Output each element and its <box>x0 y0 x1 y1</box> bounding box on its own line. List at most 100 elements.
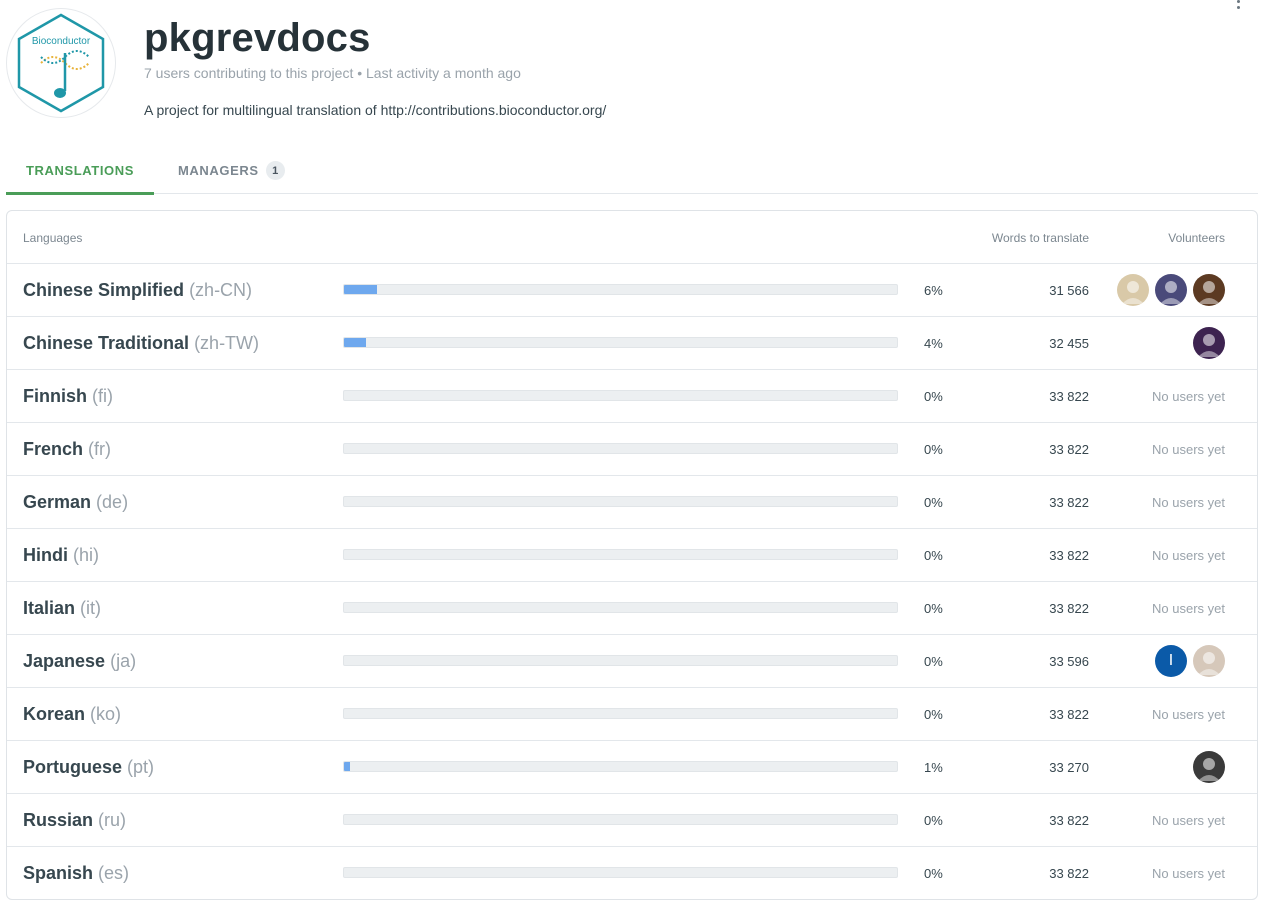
words-to-translate: 33 822 <box>1049 389 1089 404</box>
language-code: (es) <box>98 863 130 883</box>
language-name[interactable]: Korean (ko) <box>23 704 121 725</box>
language-code: (ru) <box>98 810 127 830</box>
header-volunteers: Volunteers <box>1168 231 1225 245</box>
table-row[interactable]: Spanish (es) 0% 33 822 No users yet <box>7 847 1257 899</box>
language-code: (fi) <box>92 386 114 406</box>
project-header: Bioconductor pkgrevdocs 7 users contribu… <box>0 0 1266 140</box>
progress-bar <box>343 284 898 295</box>
tab-managers[interactable]: MANAGERS 1 <box>178 148 285 193</box>
table-row[interactable]: Korean (ko) 0% 33 822 No users yet <box>7 688 1257 741</box>
project-description: A project for multilingual translation o… <box>144 102 607 118</box>
progress-percent: 0% <box>924 389 943 404</box>
progress-bar <box>343 708 898 719</box>
language-name[interactable]: Italian (it) <box>23 598 101 619</box>
progress-percent: 0% <box>924 548 943 563</box>
words-to-translate: 33 822 <box>1049 495 1089 510</box>
language-code: (zh-CN) <box>189 280 253 300</box>
volunteer-avatars: I <box>1155 645 1225 677</box>
table-row[interactable]: German (de) 0% 33 822 No users yet <box>7 476 1257 529</box>
header-words: Words to translate <box>991 231 1089 245</box>
header-languages: Languages <box>23 231 83 245</box>
volunteer-avatars <box>1117 274 1225 306</box>
language-code: (it) <box>80 598 102 618</box>
progress-bar <box>343 655 898 666</box>
languages-table: Languages Words to translate Volunteers … <box>6 210 1258 900</box>
tab-translations[interactable]: TRANSLATIONS <box>6 148 154 195</box>
table-row[interactable]: Hindi (hi) 0% 33 822 No users yet <box>7 529 1257 582</box>
progress-percent: 0% <box>924 495 943 510</box>
progress-percent: 1% <box>924 760 943 775</box>
no-users-text: No users yet <box>1152 866 1225 881</box>
table-row[interactable]: Portuguese (pt) 1% 33 270 <box>7 741 1257 794</box>
language-code: (de) <box>96 492 129 512</box>
words-to-translate: 33 822 <box>1049 707 1089 722</box>
language-name[interactable]: French (fr) <box>23 439 111 460</box>
language-name[interactable]: Russian (ru) <box>23 810 126 831</box>
no-users-text: No users yet <box>1152 601 1225 616</box>
avatar[interactable] <box>1155 274 1187 306</box>
user-photo-icon <box>1198 334 1220 357</box>
progress-percent: 0% <box>924 601 943 616</box>
progress-bar <box>343 602 898 613</box>
words-to-translate: 33 822 <box>1049 601 1089 616</box>
avatar[interactable]: I <box>1155 645 1187 677</box>
tab-translations-label: TRANSLATIONS <box>25 163 135 178</box>
table-row[interactable]: Chinese Traditional (zh-TW) 4% 32 455 <box>7 317 1257 370</box>
user-photo-icon <box>1122 281 1144 304</box>
progress-bar <box>343 867 898 878</box>
table-row[interactable]: Finnish (fi) 0% 33 822 No users yet <box>7 370 1257 423</box>
table-row[interactable]: Japanese (ja) 0% 33 596 I <box>7 635 1257 688</box>
no-users-text: No users yet <box>1152 389 1225 404</box>
words-to-translate: 31 566 <box>1049 283 1089 298</box>
no-users-text: No users yet <box>1152 707 1225 722</box>
avatar[interactable] <box>1117 274 1149 306</box>
progress-percent: 0% <box>924 707 943 722</box>
table-row[interactable]: Russian (ru) 0% 33 822 No users yet <box>7 794 1257 847</box>
language-name[interactable]: Portuguese (pt) <box>23 757 154 778</box>
user-photo-icon <box>1160 281 1182 304</box>
project-title: pkgrevdocs <box>144 16 371 60</box>
words-to-translate: 33 270 <box>1049 760 1089 775</box>
no-users-text: No users yet <box>1152 813 1225 828</box>
volunteer-avatars <box>1193 327 1225 359</box>
table-row[interactable]: French (fr) 0% 33 822 No users yet <box>7 423 1257 476</box>
avatar[interactable] <box>1193 751 1225 783</box>
progress-percent: 0% <box>924 866 943 881</box>
progress-percent: 4% <box>924 336 943 351</box>
progress-bar <box>343 443 898 454</box>
progress-percent: 0% <box>924 654 943 669</box>
no-users-text: No users yet <box>1152 495 1225 510</box>
language-name[interactable]: Finnish (fi) <box>23 386 113 407</box>
table-row[interactable]: Italian (it) 0% 33 822 No users yet <box>7 582 1257 635</box>
avatar[interactable] <box>1193 327 1225 359</box>
active-tab-indicator <box>6 192 154 195</box>
project-meta: 7 users contributing to this project • L… <box>144 65 521 81</box>
more-options-icon[interactable] <box>1229 0 1247 16</box>
bioconductor-logo-icon: Bioconductor <box>17 13 105 113</box>
progress-percent: 0% <box>924 813 943 828</box>
no-users-text: No users yet <box>1152 548 1225 563</box>
avatar[interactable] <box>1193 274 1225 306</box>
language-name[interactable]: Japanese (ja) <box>23 651 136 672</box>
user-photo-icon <box>1198 281 1220 304</box>
words-to-translate: 33 822 <box>1049 813 1089 828</box>
avatar[interactable] <box>1193 645 1225 677</box>
progress-bar <box>343 549 898 560</box>
progress-bar <box>343 337 898 348</box>
table-row[interactable]: Chinese Simplified (zh-CN) 6% 31 566 <box>7 264 1257 317</box>
progress-bar <box>343 390 898 401</box>
user-photo-icon <box>1198 652 1220 675</box>
language-name[interactable]: German (de) <box>23 492 128 513</box>
project-logo: Bioconductor <box>6 8 116 118</box>
language-name[interactable]: Spanish (es) <box>23 863 129 884</box>
language-name[interactable]: Chinese Traditional (zh-TW) <box>23 333 259 354</box>
words-to-translate: 33 822 <box>1049 442 1089 457</box>
progress-bar-fill <box>344 338 367 347</box>
progress-bar-fill <box>344 285 378 294</box>
words-to-translate: 33 822 <box>1049 866 1089 881</box>
language-name[interactable]: Chinese Simplified (zh-CN) <box>23 280 252 301</box>
words-to-translate: 33 596 <box>1049 654 1089 669</box>
svg-text:Bioconductor: Bioconductor <box>32 36 91 47</box>
words-to-translate: 32 455 <box>1049 336 1089 351</box>
language-name[interactable]: Hindi (hi) <box>23 545 99 566</box>
